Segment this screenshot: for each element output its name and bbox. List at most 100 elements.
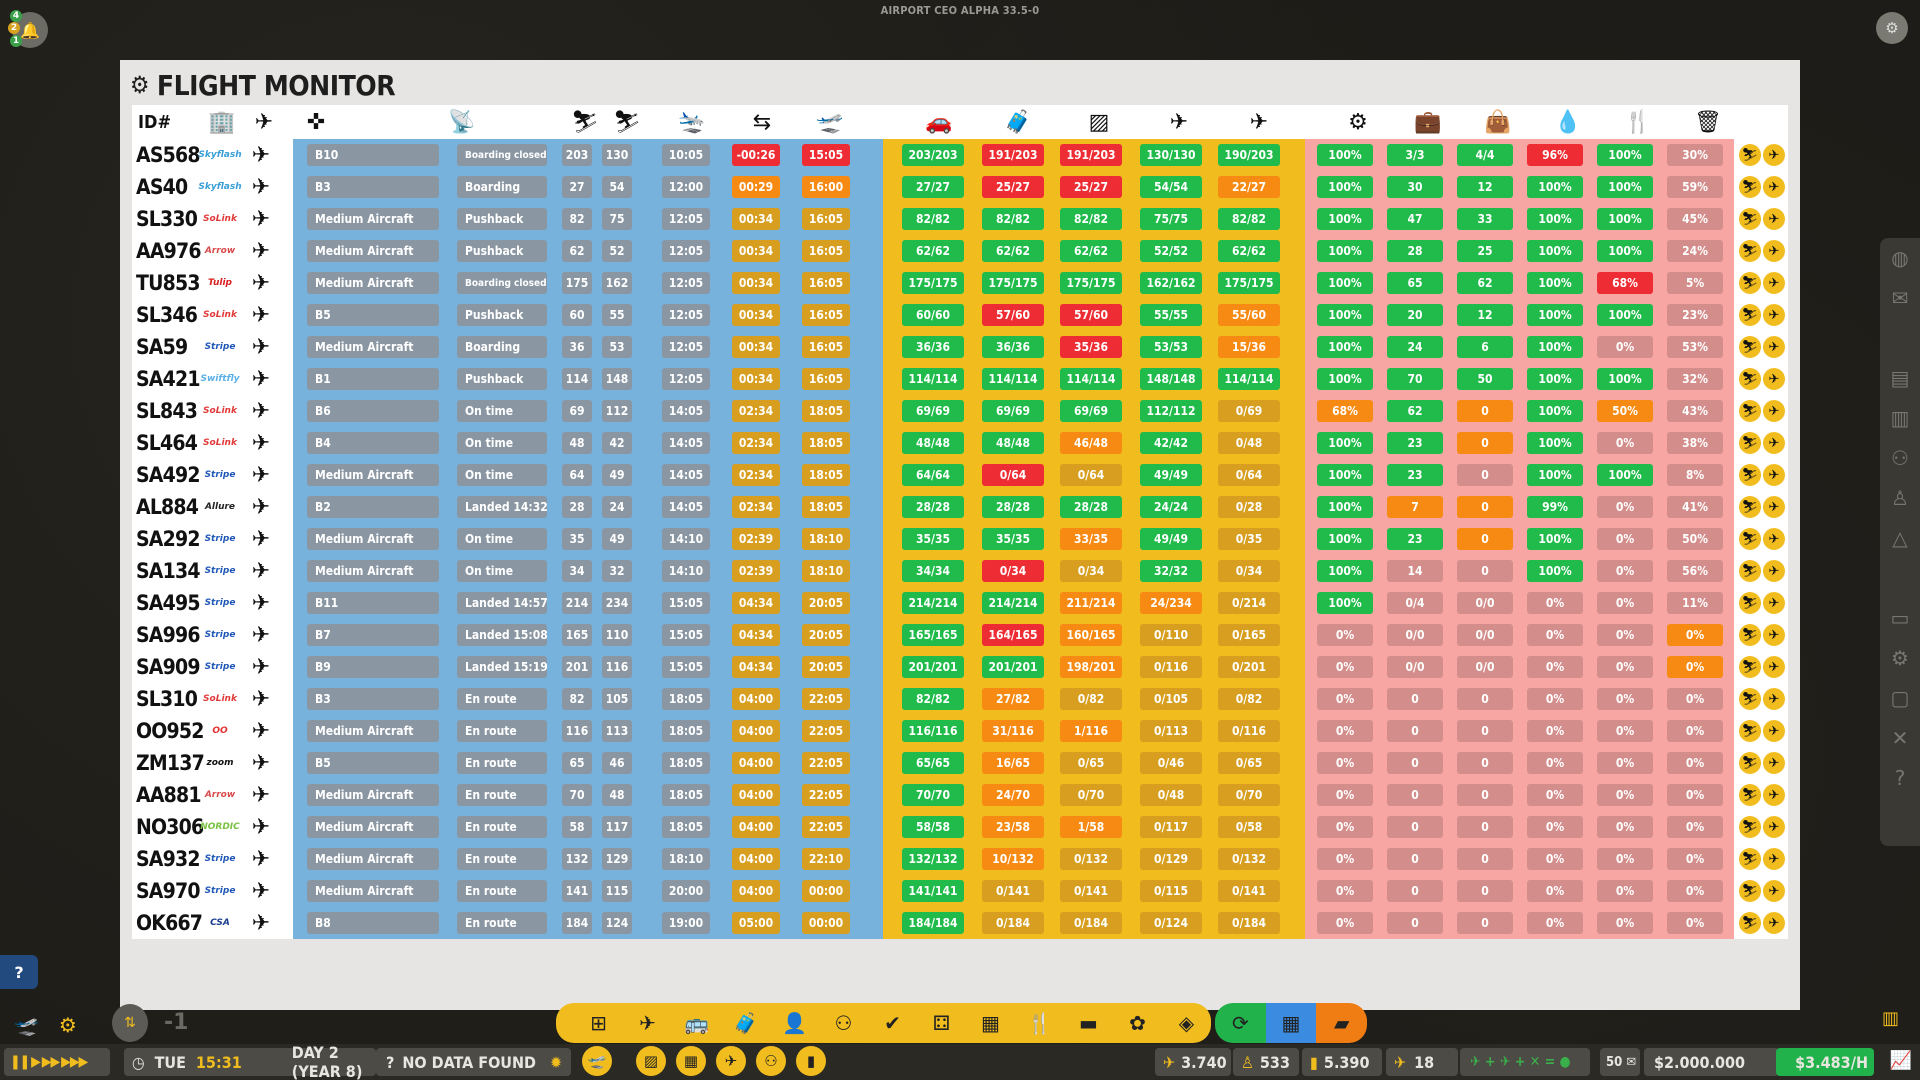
- table-row[interactable]: AA976 Arrow ✈ Medium Aircraft Pushback 62 52 12…: [132, 235, 1788, 267]
- table-row[interactable]: SA932 Stripe ✈ Medium Aircraft En route 132 12…: [132, 843, 1788, 875]
- plane-action-icon[interactable]: ✈: [1763, 240, 1785, 262]
- table-row[interactable]: SL330 SoLink ✈ Medium Aircraft Pushback 82 75 1…: [132, 203, 1788, 235]
- table-row[interactable]: OO952 OO ✈ Medium Aircraft En route 116 113 18:…: [132, 715, 1788, 747]
- runway-action-icon[interactable]: ⛷: [1739, 432, 1761, 454]
- tools-icon[interactable]: ✕: [1880, 718, 1920, 758]
- catering-icon[interactable]: ✈: [1239, 107, 1279, 137]
- runway-action-icon[interactable]: ⛷: [1739, 848, 1761, 870]
- table-row[interactable]: SA421 Swiftfly ✈ B1 Pushback 114 148 12:05 00:34…: [132, 363, 1788, 395]
- fast-icon[interactable]: ▶▶: [42, 1054, 60, 1070]
- build-terminal-icon[interactable]: ⊞: [574, 1011, 623, 1035]
- build-security-icon[interactable]: ⚇: [819, 1011, 868, 1035]
- plane-action-icon[interactable]: ✈: [1763, 560, 1785, 582]
- speed-arrows-icon[interactable]: ⇅: [112, 1004, 148, 1042]
- terminal-icon[interactable]: 🏢: [202, 107, 242, 137]
- mode-grid-icon[interactable]: ▦: [1265, 1003, 1317, 1043]
- plane-action-icon[interactable]: ✈: [1763, 144, 1785, 166]
- bag-icon[interactable]: 👜: [1478, 107, 1518, 137]
- fuel-drop-icon[interactable]: 💧: [1548, 107, 1588, 137]
- runway-action-icon[interactable]: ⛷: [1739, 880, 1761, 902]
- table-row[interactable]: SL310 SoLink ✈ B3 En route 82 105 18:05 04:00 22:…: [132, 683, 1788, 715]
- help-icon[interactable]: ?: [1880, 758, 1920, 798]
- runway-action-icon[interactable]: ⛷: [1739, 592, 1761, 614]
- finance-chart-icon[interactable]: 📈: [1890, 1050, 1912, 1071]
- build-runway-icon[interactable]: ✈: [623, 1011, 672, 1035]
- plane-action-icon[interactable]: ✈: [1763, 368, 1785, 390]
- mail-icon[interactable]: ✉: [1880, 278, 1920, 318]
- person-icon[interactable]: ♙: [1880, 478, 1920, 518]
- table-row[interactable]: SL464 SoLink ✈ B4 On time 48 42 14:05 02:34 18:05…: [132, 427, 1788, 459]
- plane-action-icon[interactable]: ✈: [1763, 752, 1785, 774]
- runway-view-icon[interactable]: ✈: [716, 1046, 746, 1076]
- plane-action-icon[interactable]: ✈: [1763, 176, 1785, 198]
- takeoff-view-icon[interactable]: 🛫: [582, 1046, 612, 1076]
- table-row[interactable]: SL346 SoLink ✈ B5 Pushback 60 55 12:05 00:34 16:0…: [132, 299, 1788, 331]
- trash-icon[interactable]: 🗑: [1688, 107, 1728, 137]
- plane-action-icon[interactable]: ✈: [1763, 432, 1785, 454]
- baggage-icon[interactable]: 🧳: [998, 107, 1038, 137]
- runway-action-icon[interactable]: ⛷: [1739, 368, 1761, 390]
- bag-view-icon[interactable]: ▮: [796, 1046, 826, 1076]
- cleaning-icon[interactable]: ▨: [1079, 107, 1119, 137]
- cog-icon[interactable]: ⚙: [1880, 638, 1920, 678]
- plane-action-icon[interactable]: ✈: [1763, 688, 1785, 710]
- pause-icon[interactable]: ❚❚: [10, 1054, 30, 1070]
- plane-action-icon[interactable]: ✈: [1763, 720, 1785, 742]
- stand-icon[interactable]: ✜: [296, 107, 336, 137]
- build-bus-icon[interactable]: 🚌: [672, 1011, 721, 1035]
- service-cog-icon[interactable]: ⚙: [1338, 107, 1378, 137]
- runway-action-icon[interactable]: ⛷: [1739, 272, 1761, 294]
- plane-action-icon[interactable]: ✈: [1763, 912, 1785, 934]
- plane-action-icon[interactable]: ✈: [1763, 784, 1785, 806]
- passengers-deboarding-icon[interactable]: ⛷: [607, 107, 647, 137]
- speed-controls[interactable]: ❚❚ ▶ ▶▶ ▶▶▶: [4, 1048, 110, 1076]
- plane-action-icon[interactable]: ✈: [1763, 400, 1785, 422]
- table-row[interactable]: SA134 Stripe ✈ Medium Aircraft On time 34 32 14…: [132, 555, 1788, 587]
- table-row[interactable]: TU853 Tulip ✈ Medium Aircraft Boarding close…: [132, 267, 1788, 299]
- runway-action-icon[interactable]: ⛷: [1739, 560, 1761, 582]
- build-plant-icon[interactable]: ✿: [1113, 1011, 1162, 1035]
- table-row[interactable]: SA495 Stripe ✈ B11 Landed 14:57 214 234 15:05 04…: [132, 587, 1788, 619]
- table-row[interactable]: SA909 Stripe ✈ B9 Landed 15:19 201 116 15:05 04:…: [132, 651, 1788, 683]
- notification-bell-icon[interactable]: 🔔 4 2 1: [8, 10, 48, 48]
- runway-action-icon[interactable]: ⛷: [1739, 720, 1761, 742]
- table-row[interactable]: NO306 NORDIC ✈ Medium Aircraft En route 58 117…: [132, 811, 1788, 843]
- runway-action-icon[interactable]: ⛷: [1739, 304, 1761, 326]
- plane-action-icon[interactable]: ✈: [1763, 336, 1785, 358]
- runway-action-icon[interactable]: ⛷: [1739, 528, 1761, 550]
- help-button[interactable]: ?: [0, 955, 38, 989]
- chart-icon[interactable]: ▥: [1880, 398, 1920, 438]
- turnaround-icon[interactable]: ⇆: [742, 107, 782, 137]
- table-row[interactable]: SA970 Stripe ✈ Medium Aircraft En route 141 11…: [132, 875, 1788, 907]
- plane-action-icon[interactable]: ✈: [1763, 464, 1785, 486]
- settings-gear-icon[interactable]: ⚙: [1876, 12, 1908, 44]
- plane-action-icon[interactable]: ✈: [1763, 816, 1785, 838]
- table-row[interactable]: SA996 Stripe ✈ B7 Landed 15:08 165 110 15:05 04:…: [132, 619, 1788, 651]
- satellite-icon[interactable]: 📡: [442, 107, 482, 137]
- runway-action-icon[interactable]: ⛷: [1739, 208, 1761, 230]
- plane-action-icon[interactable]: ✈: [1763, 848, 1785, 870]
- takeoff-tool-icon[interactable]: 🛫: [14, 1013, 39, 1037]
- car-icon[interactable]: 🚗: [919, 107, 959, 137]
- build-food-icon[interactable]: 🍴: [1015, 1011, 1064, 1035]
- aircraft-type-icon[interactable]: ✈: [244, 107, 284, 137]
- plane-action-icon[interactable]: ✈: [1763, 592, 1785, 614]
- runway-action-icon[interactable]: ⛷: [1739, 752, 1761, 774]
- runway-action-icon[interactable]: ⛷: [1739, 624, 1761, 646]
- mode-operations-icon[interactable]: ⟳: [1215, 1003, 1266, 1043]
- cleaning-view-icon[interactable]: ▨: [636, 1046, 666, 1076]
- runway-action-icon[interactable]: ⛷: [1739, 816, 1761, 838]
- table-row[interactable]: SA292 Stripe ✈ Medium Aircraft On time 35 49 14…: [132, 523, 1788, 555]
- runway-action-icon[interactable]: ⛷: [1739, 688, 1761, 710]
- computer-icon[interactable]: ▢: [1880, 678, 1920, 718]
- runway-action-icon[interactable]: ⛷: [1739, 144, 1761, 166]
- mode-bulldozer-icon[interactable]: ▰: [1316, 1003, 1367, 1043]
- build-check-icon[interactable]: ✔: [868, 1011, 917, 1035]
- table-row[interactable]: OK667 CSA ✈ B8 En route 184 124 19:00 05:00 00:00…: [132, 907, 1788, 939]
- report-icon[interactable]: ▤: [1880, 358, 1920, 398]
- play-icon[interactable]: ▶: [31, 1054, 41, 1070]
- cutlery-icon[interactable]: 🍴: [1618, 107, 1658, 137]
- staff-icon[interactable]: ⚇: [1880, 438, 1920, 478]
- build-baggage-icon[interactable]: 🧳: [721, 1011, 770, 1035]
- build-layers-icon[interactable]: ◈: [1162, 1011, 1211, 1035]
